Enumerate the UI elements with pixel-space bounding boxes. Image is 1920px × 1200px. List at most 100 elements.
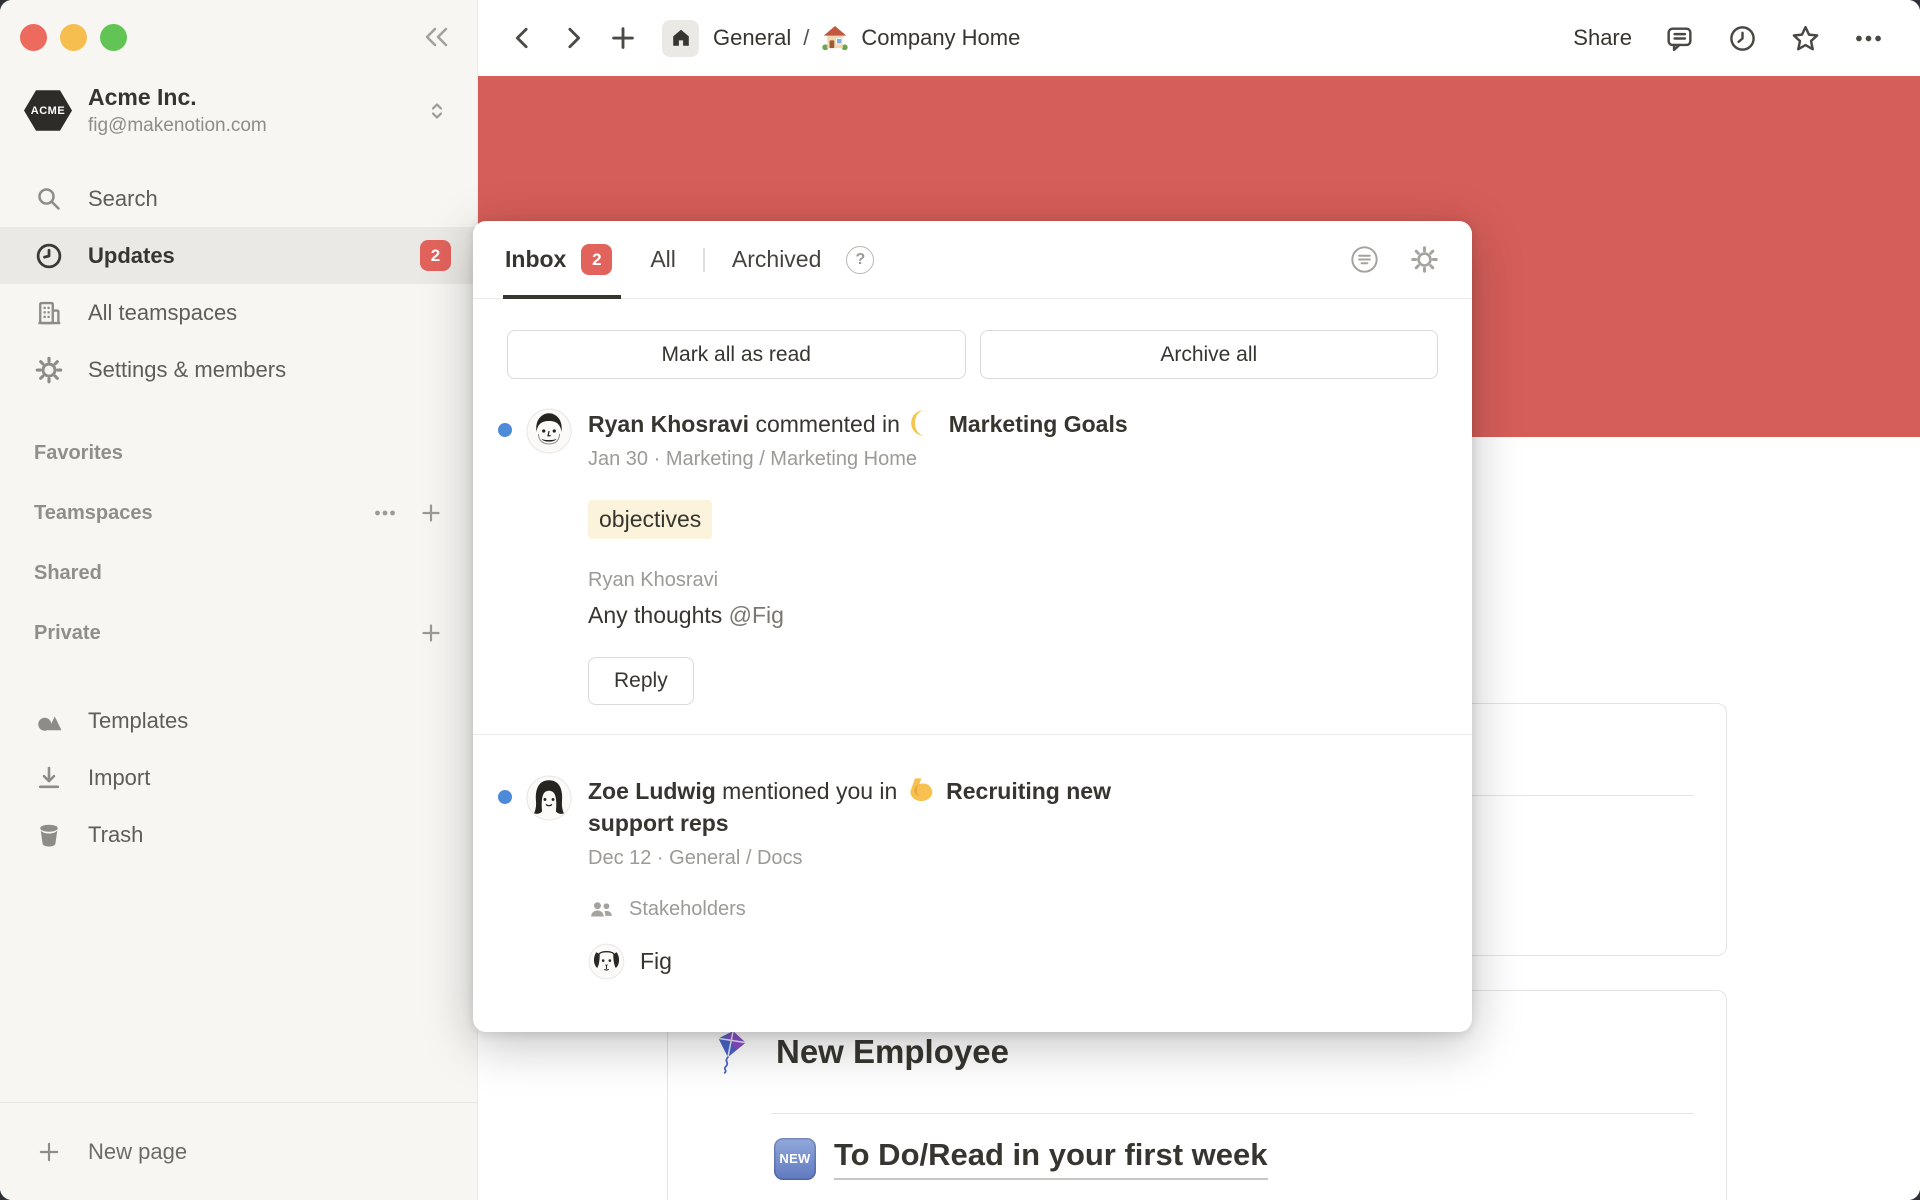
search-icon [34,184,64,214]
new-page-label: New page [88,1139,187,1165]
workspace-switcher[interactable]: ACME Acme Inc. fig@makenotion.com [24,84,463,137]
mention-chip[interactable]: @Fig [729,602,784,628]
history-clock-icon[interactable] [1727,23,1758,54]
import-download-icon [34,763,64,793]
add-page-icon[interactable] [608,23,638,53]
sidebar-item-label: Trash [88,822,143,848]
active-tab-indicator [503,295,621,299]
comment-text: Any thoughts @Fig [588,602,1438,629]
building-icon [34,298,64,328]
zoom-window-button[interactable] [100,24,127,51]
dog-avatar [588,943,625,980]
tab-all[interactable]: All [650,246,676,273]
avatar [526,408,572,454]
mentioned-person-name: Fig [640,948,672,975]
sidebar-item-import[interactable]: Import [0,751,477,805]
new-button-emoji: NEW [774,1138,816,1180]
tab-inbox-label: Inbox [505,246,566,273]
teamspaces-more-icon[interactable] [373,501,397,525]
notion-app-window: ACME Acme Inc. fig@makenotion.com Search [0,0,1920,1200]
gear-icon[interactable] [1409,244,1440,275]
inbox-actions: Mark all as read Archive all [473,299,1472,379]
notification-meta: Dec 12 · General / Docs [588,847,1438,870]
back-icon[interactable] [508,23,538,53]
teamspaces-add-icon[interactable] [419,501,443,525]
forward-icon[interactable] [558,23,588,53]
help-icon[interactable]: ? [846,246,874,274]
actor-name: Zoe Ludwig [588,778,716,804]
updates-clock-icon [34,241,64,271]
unread-dot [498,423,512,437]
sidebar-item-label: Templates [88,708,188,734]
sidebar-item-templates[interactable]: Templates [0,694,477,748]
more-ellipsis-icon[interactable] [1853,23,1884,54]
subpage-link[interactable]: NEW To Do/Read in your first week [774,1137,1268,1180]
subpage-link-text[interactable]: To Do/Read in your first week [834,1137,1268,1180]
breadcrumb: General / Company Home [713,24,1020,52]
people-icon [588,896,615,923]
templates-shapes-icon [34,706,64,736]
kite-emoji [710,1029,752,1075]
archive-all-button[interactable]: Archive all [980,330,1439,379]
sidebar-sections: Favorites Teamspaces [0,426,477,666]
reply-button[interactable]: Reply [588,657,694,705]
mentioned-person-row: Fig [588,943,1438,980]
sidebar-item-label: Import [88,765,150,791]
inbox-header: Inbox 2 All Archived ? [473,221,1472,299]
actor-name: Ryan Khosravi [588,411,749,437]
action-text: mentioned you in [722,778,897,804]
avatar [526,775,572,821]
sidebar: ACME Acme Inc. fig@makenotion.com Search [0,0,478,1200]
trash-icon [34,820,64,850]
sidebar-item-search[interactable]: Search [0,170,477,227]
card-divider [771,1113,1694,1114]
filter-circle-icon[interactable] [1349,244,1380,275]
target-page-link[interactable]: Marketing Goals [949,411,1128,437]
minimize-window-button[interactable] [60,24,87,51]
comment-author: Ryan Khosravi [588,569,1438,592]
notification-title: Ryan Khosravi commented in Marketing Goa… [588,408,1188,440]
star-icon[interactable] [1790,23,1821,54]
mark-all-read-button[interactable]: Mark all as read [507,330,966,379]
sidebar-item-label: Updates [88,243,175,269]
sidebar-nav: Search Updates 2 [0,170,477,398]
breadcrumb-page[interactable]: Company Home [861,25,1020,51]
sidebar-item-settings[interactable]: Settings & members [0,341,477,398]
close-window-button[interactable] [20,24,47,51]
sidebar-item-trash[interactable]: Trash [0,808,477,862]
notification-item[interactable]: Ryan Khosravi commented in Marketing Goa… [473,379,1472,705]
plus-icon [36,1139,62,1165]
tab-archived[interactable]: Archived [732,246,821,273]
new-page-button[interactable]: New page [0,1102,477,1200]
section-label: Favorites [34,442,123,465]
action-text: commented in [755,411,899,437]
comment-bubble-icon[interactable] [1664,23,1695,54]
sidebar-section-favorites[interactable]: Favorites [0,426,477,480]
breadcrumb-team[interactable]: General [713,25,791,51]
section-label: Shared [34,562,102,585]
sidebar-section-shared[interactable]: Shared [0,546,477,600]
window-controls [20,24,127,51]
sidebar-item-label: All teamspaces [88,300,237,326]
notification-item[interactable]: Zoe Ludwig mentioned you in Recruiting n… [473,735,1472,980]
crescent-moon-emoji [910,409,938,437]
private-add-icon[interactable] [419,621,443,645]
workspace-logo: ACME [24,89,72,133]
sidebar-section-teamspaces[interactable]: Teamspaces [0,486,477,540]
collapse-sidebar-icon[interactable] [421,22,453,52]
sidebar-section-private[interactable]: Private [0,606,477,660]
sidebar-item-all-teamspaces[interactable]: All teamspaces [0,284,477,341]
home-icon[interactable] [662,20,699,57]
tab-inbox[interactable]: Inbox 2 [505,244,612,275]
sidebar-tools: Templates Import Trash [0,694,477,865]
unread-dot [498,790,512,804]
tab-divider [703,248,705,272]
sidebar-item-label: Search [88,186,158,212]
workspace-expand-icon[interactable] [425,99,449,123]
sidebar-item-updates[interactable]: Updates 2 [0,227,477,284]
workspace-email: fig@makenotion.com [88,115,425,137]
sidebar-item-label: Settings & members [88,357,286,383]
notification-meta: Jan 30 · Marketing / Marketing Home [588,448,1438,471]
updates-inbox-popup: Inbox 2 All Archived ? [473,221,1472,1032]
share-button[interactable]: Share [1573,25,1632,51]
